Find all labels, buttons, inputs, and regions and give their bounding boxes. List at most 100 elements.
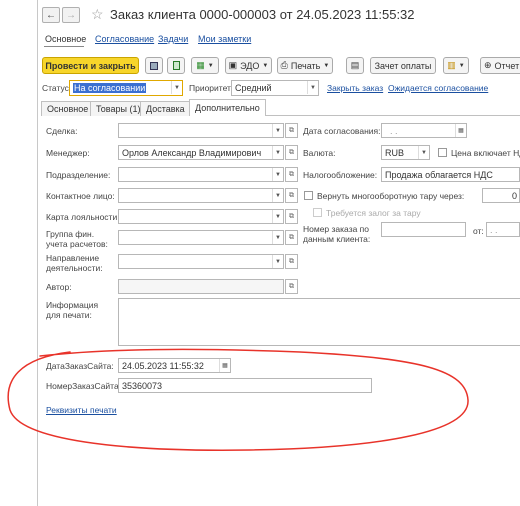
tab-top-notes[interactable]: Мои заметки [198,34,251,44]
from-date-value: . . [490,224,498,235]
annotation-ellipse [7,348,469,451]
return-tare-checkbox[interactable] [304,191,313,200]
back-arrow-icon: ← [46,9,56,21]
priority-select[interactable]: Средний ▼ [231,80,319,96]
forward-arrow-icon: → [66,9,76,21]
loyalty-field[interactable]: ▼ [118,209,284,224]
return-tare-label: Вернуть многооборотную тару через: [317,191,465,201]
order-num-client-field[interactable] [381,222,466,237]
active-tab-underline [44,46,84,47]
create-based-button[interactable]: ▦ ▼ [191,57,219,74]
manager-label: Менеджер: [46,148,90,158]
division-label: Подразделение: [46,170,111,180]
open-link-icon[interactable]: ⧉ [285,230,298,245]
chevron-down-icon[interactable]: ▼ [272,168,283,181]
edo-button[interactable]: ▣ ЭДО ▼ [225,57,272,74]
chevron-down-icon: ▼ [262,62,269,69]
tab-top-tasks[interactable]: Задачи [158,34,188,44]
awaiting-approval-link[interactable]: Ожидается согласование [388,83,488,93]
tab-goods[interactable]: Товары (1) [90,101,147,116]
chevron-down-icon: ▼ [207,62,214,69]
attachments-button[interactable]: ▥ ▼ [443,57,469,74]
tab-main[interactable]: Основное [41,101,95,116]
chevron-down-icon[interactable]: ▼ [272,124,283,137]
approve-date-field[interactable]: . . ▦ [381,123,467,138]
chevron-down-icon: ▼ [458,62,465,69]
contact-label: Контактное лицо: [46,191,115,201]
status-value: На согласовании [73,83,147,93]
open-link-icon[interactable]: ⧉ [285,145,298,160]
edo-label: ЭДО [240,60,260,71]
open-link-icon[interactable]: ⧉ [285,188,298,203]
save-button[interactable] [145,57,163,74]
forward-button[interactable]: → [62,7,80,23]
report-button[interactable]: ⊕ Отчет [480,57,520,74]
open-link-icon[interactable]: ⧉ [285,123,298,138]
chevron-down-icon[interactable]: ▼ [418,146,429,159]
open-link-icon[interactable]: ⧉ [285,279,298,294]
report-icon: ⊕ [484,60,492,70]
deposit-label: Требуется залог за тару [326,208,421,218]
deal-field[interactable]: ▼ [118,123,284,138]
open-link-icon[interactable]: ⧉ [285,209,298,224]
create-based-icon: ▦ [196,60,205,70]
order-num-client-label: Номер заказа по данным клиента: [303,224,371,244]
post-button[interactable] [167,57,185,74]
favorite-star-icon[interactable]: ☆ [91,6,104,23]
chevron-down-icon[interactable]: ▼ [272,231,283,244]
close-order-link[interactable]: Закрыть заказ [327,83,383,93]
tab-top-approval[interactable]: Согласование [95,34,154,44]
post-document-icon [172,61,180,70]
tax-value: Продажа облагается НДС [385,169,493,180]
loyalty-label: Карта лояльности: [46,212,120,222]
from-date-field[interactable]: . . [486,222,520,237]
direction-field[interactable]: ▼ [118,254,284,269]
open-link-icon[interactable]: ⧉ [285,254,298,269]
deal-label: Сделка: [46,126,78,136]
window-title: Заказ клиента 0000-000003 от 24.05.2023 … [110,7,415,22]
priority-label: Приоритет: [189,83,234,93]
payment-offset-button[interactable]: Зачет оплаты [370,57,436,74]
currency-label: Валюта: [303,148,336,158]
division-field[interactable]: ▼ [118,167,284,182]
calendar-icon[interactable]: ▦ [455,124,466,137]
fin-group-label: Группа фин. учета расчетов: [46,229,108,249]
print-button[interactable]: ⎙ Печать ▼ [277,57,333,74]
tab-top-main[interactable]: Основное [45,34,86,44]
currency-select[interactable]: RUB ▼ [381,145,430,160]
manager-value: Орлов Александр Владимирович [122,147,262,158]
chevron-down-icon: ▼ [323,62,330,69]
tab-additional[interactable]: Дополнительно [189,99,266,116]
print-info-textarea[interactable] [118,298,520,346]
back-button[interactable]: ← [42,7,60,23]
manager-field[interactable]: Орлов Александр Владимирович ▼ [118,145,284,160]
price-vat-checkbox[interactable] [438,148,447,157]
open-link-icon[interactable]: ⧉ [285,167,298,182]
chevron-down-icon[interactable]: ▼ [171,81,182,94]
post-and-close-button[interactable]: Провести и закрыть [42,57,139,74]
tab-delivery[interactable]: Доставка [140,101,191,116]
status-select[interactable]: На согласовании ▼ [69,80,183,96]
from-label: от: [473,226,484,236]
return-tare-value: 0 [511,190,517,201]
document-list-button[interactable]: ▤ [346,57,364,74]
tax-label: Налогообложение: [303,170,378,180]
author-label: Автор: [46,282,72,292]
chevron-down-icon[interactable]: ▼ [272,146,283,159]
tax-select[interactable]: Продажа облагается НДС [381,167,520,182]
attachment-icon: ▥ [447,60,456,70]
return-tare-days-field[interactable]: 0 [482,188,520,203]
contact-field[interactable]: ▼ [118,188,284,203]
list-icon: ▤ [350,60,360,70]
fin-group-field[interactable]: ▼ [118,230,284,245]
save-icon [150,61,158,70]
chevron-down-icon[interactable]: ▼ [307,81,318,94]
chevron-down-icon[interactable]: ▼ [272,210,283,223]
printer-icon: ⎙ [280,60,288,70]
chevron-down-icon[interactable]: ▼ [272,255,283,268]
author-field [118,279,284,294]
report-label: Отчет [494,60,520,71]
chevron-down-icon[interactable]: ▼ [272,189,283,202]
approve-date-label: Дата согласования: [303,126,381,136]
edo-icon: ▣ [228,60,238,70]
